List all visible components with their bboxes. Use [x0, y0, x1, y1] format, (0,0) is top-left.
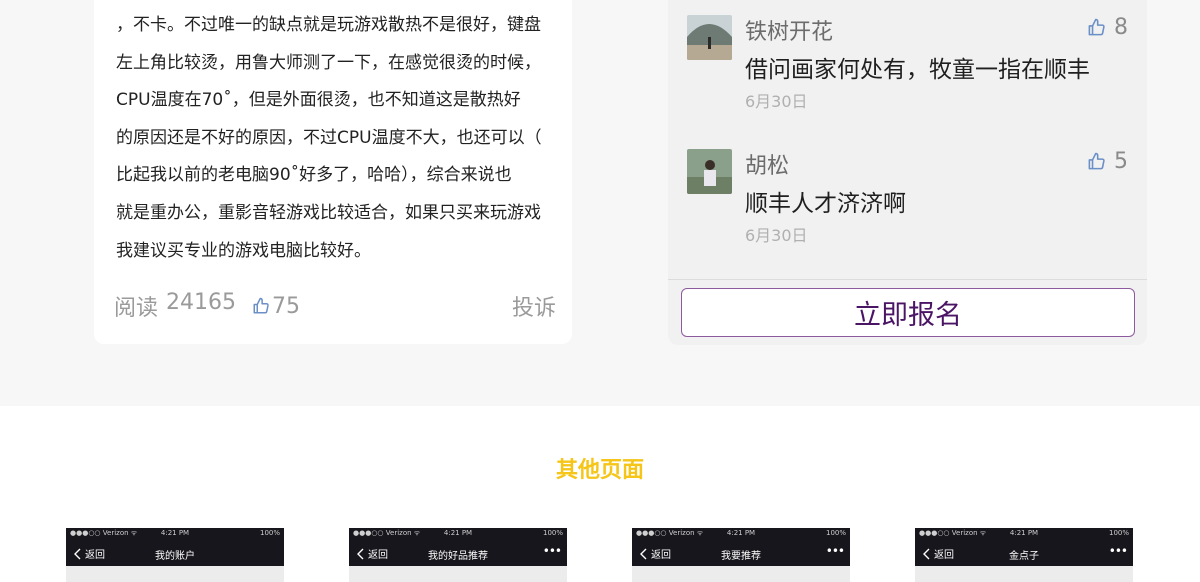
- comment-author[interactable]: 铁树开花: [745, 14, 833, 46]
- page-thumbnail[interactable]: ●●●○○ Verizon ᯤ 4:21 PM 100% 返回 我要推荐 •••: [632, 528, 850, 582]
- battery-label: 100%: [259, 529, 280, 537]
- comment-text: 借问画家何处有，牧童一指在顺丰: [745, 57, 1090, 83]
- divider: [668, 279, 1147, 280]
- review-line: 比起我以前的老电脑90˚好多了，哈哈），综合来说也: [116, 165, 512, 186]
- comment-date: 6月30日: [745, 226, 808, 245]
- comment-like-button[interactable]: 8: [1087, 15, 1128, 40]
- review-line: ，不卡。不过唯一的缺点就是玩游戏散热不是很好，键盘: [116, 15, 541, 35]
- nav-title: 我的好品推荐: [428, 551, 488, 562]
- comment-item: 铁树开花 借问画家何处有，牧童一指在顺丰 6月30日 8: [668, 0, 1147, 111]
- comment-like-button[interactable]: 5: [1087, 149, 1128, 174]
- other-pages-title: 其他页面: [555, 458, 644, 483]
- battery-label: 100%: [1108, 529, 1129, 537]
- thumbnail-content: [632, 566, 850, 582]
- nav-bar: 返回 金点子 •••: [915, 538, 1133, 566]
- status-bar: ●●●○○ Verizon ᯤ 4:21 PM 100%: [915, 528, 1133, 538]
- review-line: 左上角比较烫，用鲁大师测了一下，在感觉很烫的时候，: [116, 52, 541, 73]
- comment-item: 胡松 顺丰人才济济啊 6月30日 5: [668, 134, 1147, 245]
- review-line: 我建议买专业的游戏电脑比较好。: [116, 240, 371, 261]
- report-link[interactable]: 投诉: [512, 290, 556, 322]
- status-bar: ●●●○○ Verizon ᯤ 4:21 PM 100%: [66, 528, 284, 538]
- status-time: 4:21 PM: [1009, 529, 1039, 537]
- review-line: 的原因还是不好的原因，不过CPU温度不大，也还可以（: [116, 127, 542, 148]
- thumbs-up-icon: [253, 297, 269, 314]
- read-count: 24165: [166, 290, 236, 315]
- thumbs-up-icon: [1088, 152, 1105, 170]
- review-card: ，不卡。不过唯一的缺点就是玩游戏散热不是很好，键盘 左上角比较烫，用鲁大师测了一…: [94, 0, 572, 344]
- thumbnail-content: [915, 566, 1133, 582]
- review-text: ，不卡。不过唯一的缺点就是玩游戏散热不是很好，键盘 左上角比较烫，用鲁大师测了一…: [116, 10, 556, 273]
- review-footer: 阅读 24165 75 投诉: [114, 290, 556, 322]
- status-time: 4:21 PM: [160, 529, 190, 537]
- status-time: 4:21 PM: [726, 529, 756, 537]
- more-icon[interactable]: •••: [543, 544, 562, 558]
- comment-author[interactable]: 胡松: [745, 148, 789, 180]
- avatar: [687, 149, 732, 194]
- review-line: 就是重办公，重影音轻游戏比较适合，如果只买来玩游戏: [116, 202, 541, 223]
- page-thumbnail[interactable]: ●●●○○ Verizon ᯤ 4:21 PM 100% 返回 我的好品推荐 •…: [349, 528, 567, 582]
- battery-label: 100%: [825, 529, 846, 537]
- review-line: CPU温度在70˚，但是外面很烫，也不知道这是散热好: [116, 90, 521, 111]
- review-like-count: 75: [272, 293, 300, 319]
- page-thumbnail[interactable]: ●●●○○ Verizon ᯤ 4:21 PM 100% 返回 我的账户: [66, 528, 284, 582]
- nav-title: 我的账户: [155, 551, 195, 562]
- read-label: 阅读: [114, 296, 159, 321]
- nav-title: 我要推荐: [721, 551, 761, 562]
- more-icon[interactable]: •••: [826, 544, 845, 558]
- thumbnail-content: [349, 566, 567, 582]
- thumbnail-content: [66, 566, 284, 582]
- nav-title: 金点子: [1009, 551, 1039, 562]
- avatar: [687, 15, 732, 60]
- comment-like-count: 5: [1114, 149, 1128, 174]
- signup-button[interactable]: 立即报名: [681, 288, 1135, 337]
- nav-bar: 返回 我的好品推荐 •••: [349, 538, 567, 566]
- comment-text: 顺丰人才济济啊: [745, 191, 906, 217]
- more-icon[interactable]: •••: [1109, 544, 1128, 558]
- comment-date: 6月30日: [745, 92, 808, 111]
- comments-panel: 铁树开花 借问画家何处有，牧童一指在顺丰 6月30日 8 胡松 顺丰人才济济啊 …: [668, 0, 1147, 345]
- thumbs-up-icon: [1088, 18, 1105, 36]
- status-time: 4:21 PM: [443, 529, 473, 537]
- status-bar: ●●●○○ Verizon ᯤ 4:21 PM 100%: [349, 528, 567, 538]
- status-bar: ●●●○○ Verizon ᯤ 4:21 PM 100%: [632, 528, 850, 538]
- review-like-button[interactable]: 75: [252, 290, 300, 322]
- battery-label: 100%: [542, 529, 563, 537]
- nav-bar: 返回 我要推荐 •••: [632, 538, 850, 566]
- page-thumbnail[interactable]: ●●●○○ Verizon ᯤ 4:21 PM 100% 返回 金点子 •••: [915, 528, 1133, 582]
- comment-like-count: 8: [1114, 15, 1128, 40]
- nav-bar: 返回 我的账户: [66, 538, 284, 566]
